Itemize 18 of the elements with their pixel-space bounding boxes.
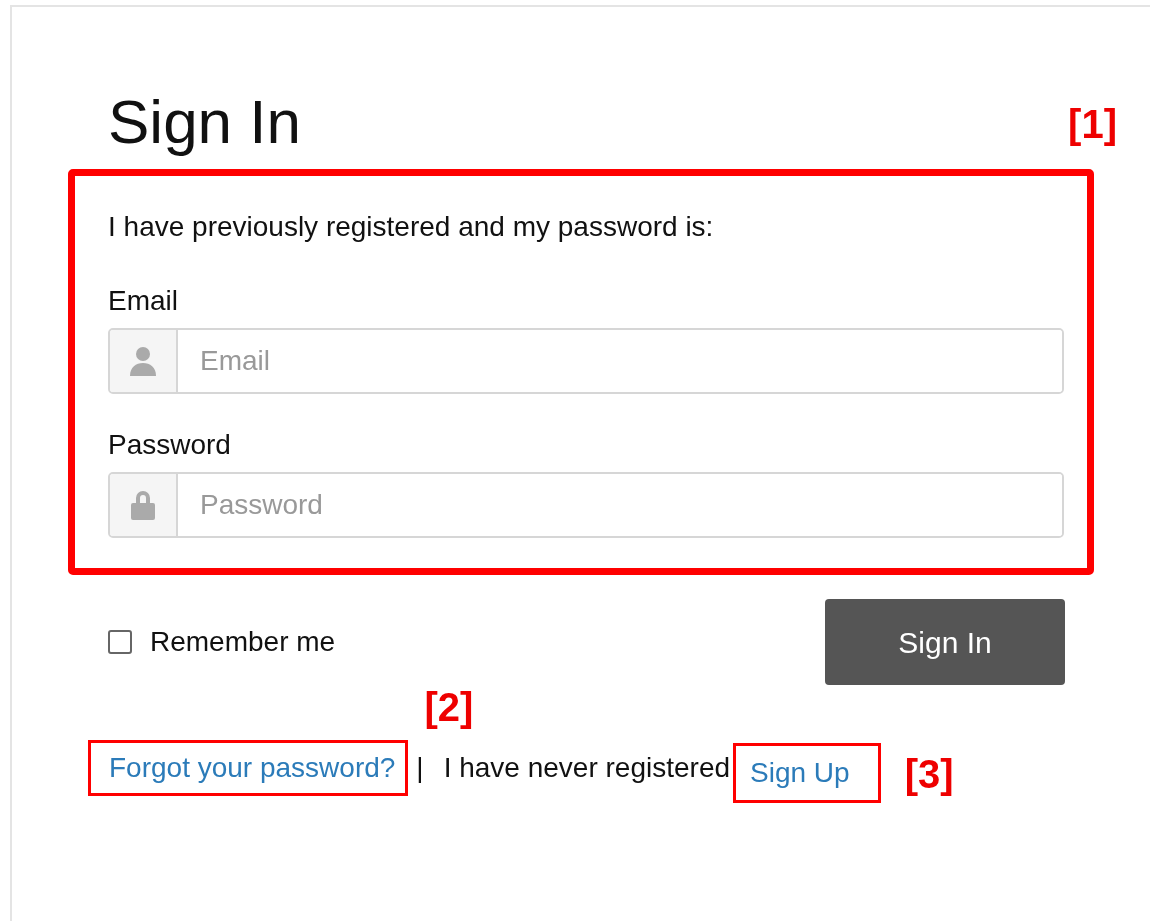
field-label: Email (108, 284, 179, 319)
page-title: Sign In (108, 86, 302, 158)
lock-icon (129, 489, 157, 522)
separator: | (416, 751, 424, 786)
body-text: I have never registered (443, 751, 731, 786)
field-label: Password (108, 428, 232, 463)
instruction-text: I have previously registered and my password is: (108, 210, 715, 245)
annotation-label: [3] (904, 754, 954, 795)
sign-up-link[interactable]: Sign Up (750, 757, 850, 789)
annotation-label: [2] (424, 687, 474, 728)
user-icon (128, 345, 158, 378)
checkbox[interactable] (108, 630, 132, 655)
forgot-password-link[interactable]: Forgot your password? (109, 752, 396, 784)
checkbox-label: Remember me (150, 625, 336, 660)
annotation-label: [1] (1068, 104, 1117, 145)
input-field[interactable]: Password (108, 472, 1064, 539)
sign-in-button[interactable]: Sign In (825, 599, 1065, 686)
input-field[interactable]: Email (108, 328, 1064, 395)
